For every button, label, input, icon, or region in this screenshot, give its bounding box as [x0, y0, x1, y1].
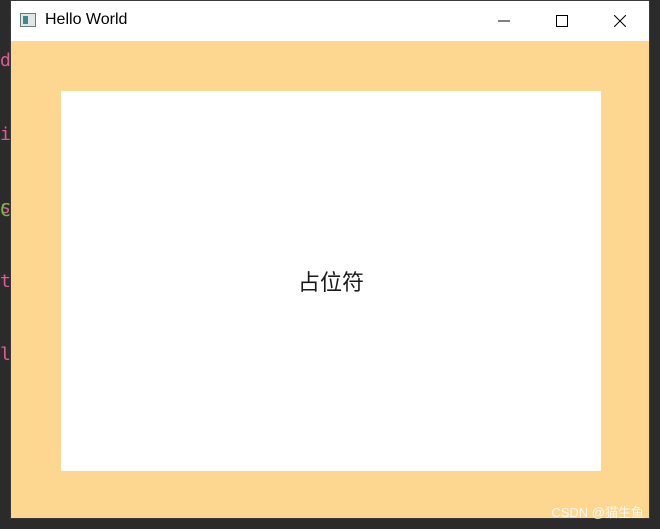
- close-icon: [614, 15, 626, 27]
- window-title: Hello World: [45, 11, 128, 28]
- minimize-button[interactable]: [475, 1, 533, 41]
- placeholder-label: 占位符: [297, 271, 364, 296]
- watermark: CSDN @猫生鱼: [551, 505, 644, 520]
- title-bar[interactable]: Hello World: [11, 1, 649, 41]
- app-window: Hello World 占位符: [10, 0, 650, 519]
- maximize-button[interactable]: [533, 1, 591, 41]
- close-button[interactable]: [591, 1, 649, 41]
- app-icon: [20, 13, 36, 27]
- content-panel: 占位符: [61, 91, 601, 471]
- maximize-icon: [556, 15, 568, 27]
- minimize-icon: [498, 20, 510, 22]
